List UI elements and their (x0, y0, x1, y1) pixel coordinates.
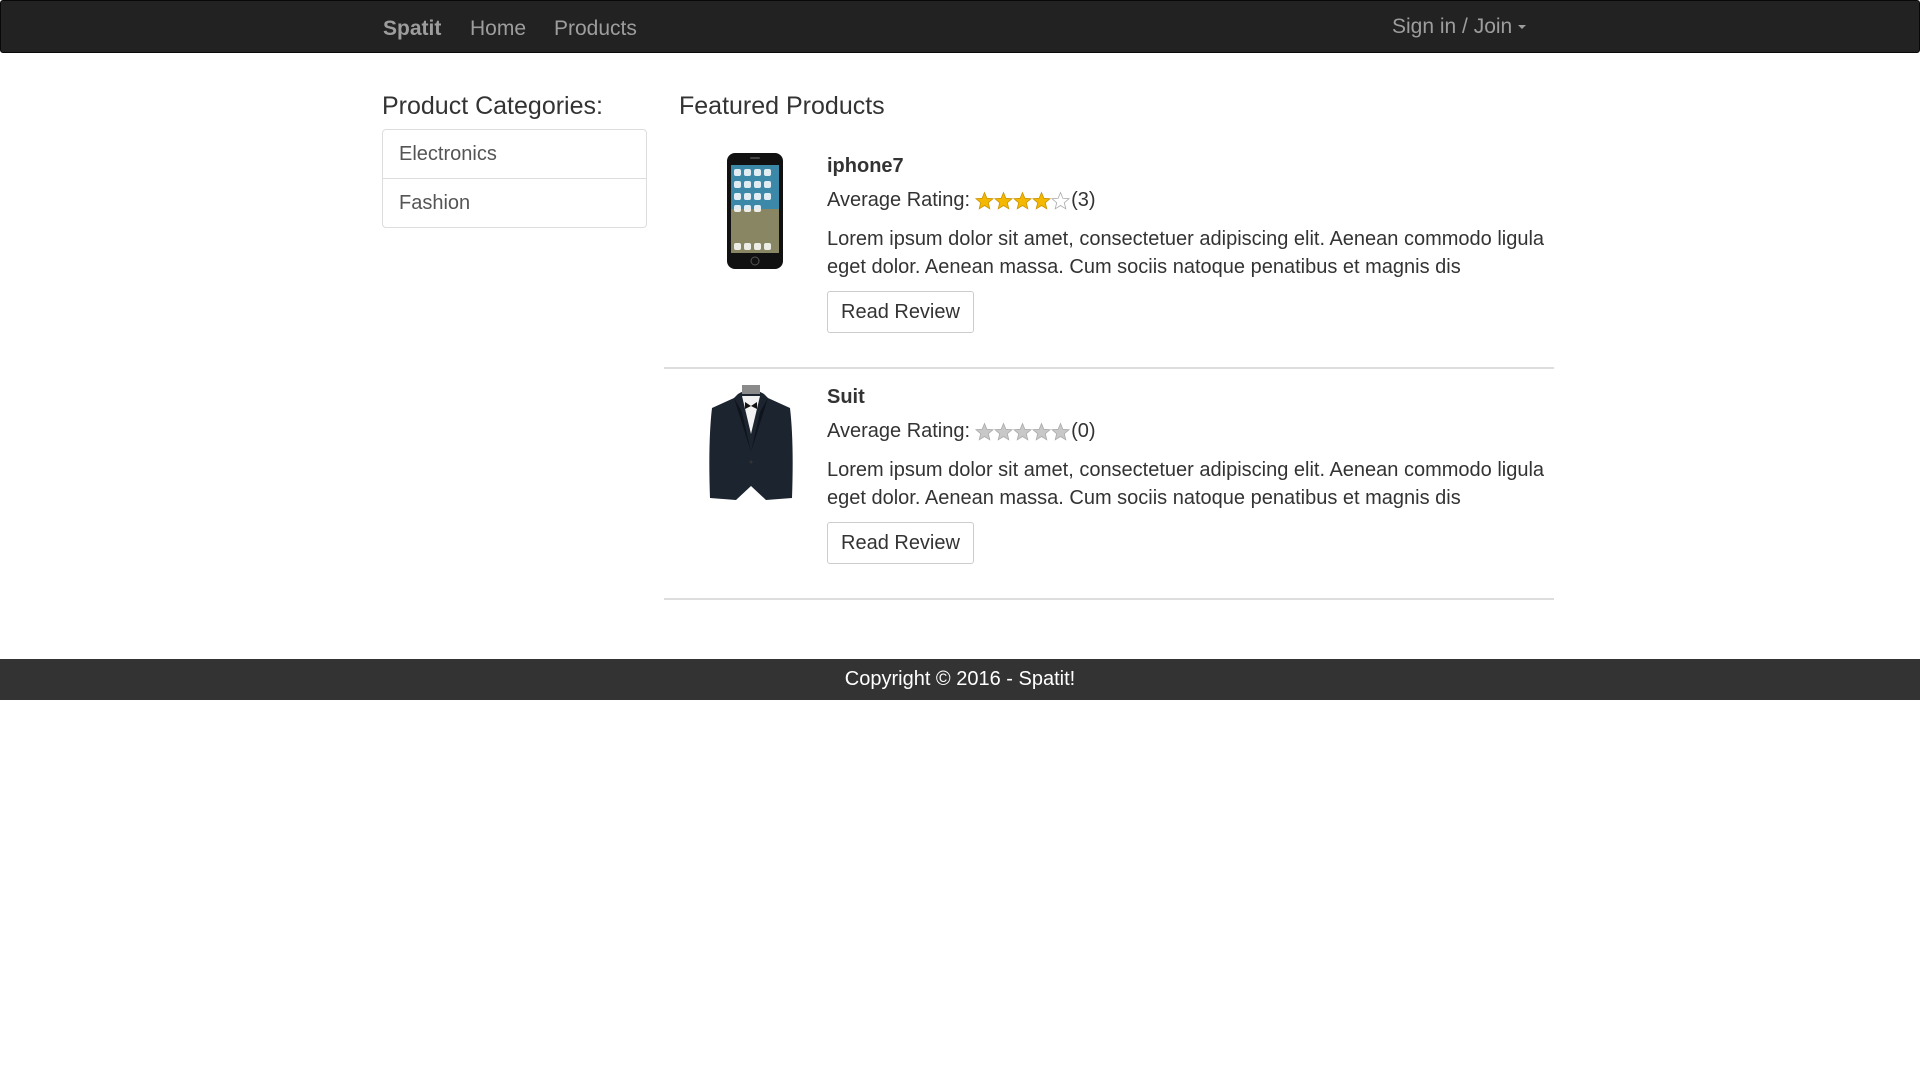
copyright-text: Copyright © 2016 - Spatit! (844, 668, 1076, 690)
category-item-electronics[interactable]: Electronics (382, 129, 647, 179)
nav-home-link[interactable]: Home (470, 17, 526, 41)
product-rating: Average Rating: (0) (827, 420, 1096, 447)
signin-label: Sign in / Join (1392, 15, 1513, 38)
brand-link[interactable]: Spatit (383, 17, 441, 41)
star-rating (974, 191, 1071, 216)
category-list: Electronics Fashion (382, 129, 647, 228)
rating-label: Average Rating: (827, 189, 971, 211)
product-description: Lorem ipsum dolor sit amet, consectetuer… (827, 459, 1545, 509)
phone-image (727, 153, 783, 269)
star-empty-icon (974, 422, 995, 441)
footer: Copyright © 2016 - Spatit! (0, 659, 1920, 700)
star-empty-icon (1050, 422, 1071, 441)
top-navbar: Spatit Home Products Sign in / Join (0, 0, 1920, 53)
star-empty-icon (1031, 422, 1052, 441)
product-card: iphone7 Average Rating: (3) Lorem ipsum d… (664, 137, 1554, 369)
categories-heading: Product Categories: (382, 92, 603, 120)
category-item-fashion[interactable]: Fashion (382, 178, 647, 228)
read-review-button[interactable]: Read Review (827, 522, 974, 564)
star-filled-icon (974, 191, 995, 210)
star-empty-icon (993, 422, 1014, 441)
product-card: Suit Average Rating: (0) Lorem ipsum dolo… (664, 368, 1554, 600)
star-rating (974, 422, 1071, 447)
star-empty-icon (1050, 191, 1071, 210)
signin-dropdown[interactable]: Sign in / Join (1392, 15, 1527, 39)
star-filled-icon (993, 191, 1014, 210)
product-name: Suit (827, 386, 865, 408)
rating-count: (0) (1071, 420, 1096, 442)
rating-count: (3) (1071, 189, 1096, 211)
nav-products-link[interactable]: Products (554, 17, 637, 41)
star-empty-icon (1012, 422, 1033, 441)
product-description: Lorem ipsum dolor sit amet, consectetuer… (827, 228, 1545, 278)
rating-label: Average Rating: (827, 420, 971, 442)
featured-heading: Featured Products (679, 92, 885, 120)
product-name: iphone7 (827, 155, 904, 177)
star-filled-icon (1031, 191, 1052, 210)
caret-down-icon (1518, 25, 1527, 30)
product-rating: Average Rating: (3) (827, 189, 1096, 216)
read-review-button[interactable]: Read Review (827, 291, 974, 333)
suit-image (709, 385, 793, 500)
star-filled-icon (1012, 191, 1033, 210)
